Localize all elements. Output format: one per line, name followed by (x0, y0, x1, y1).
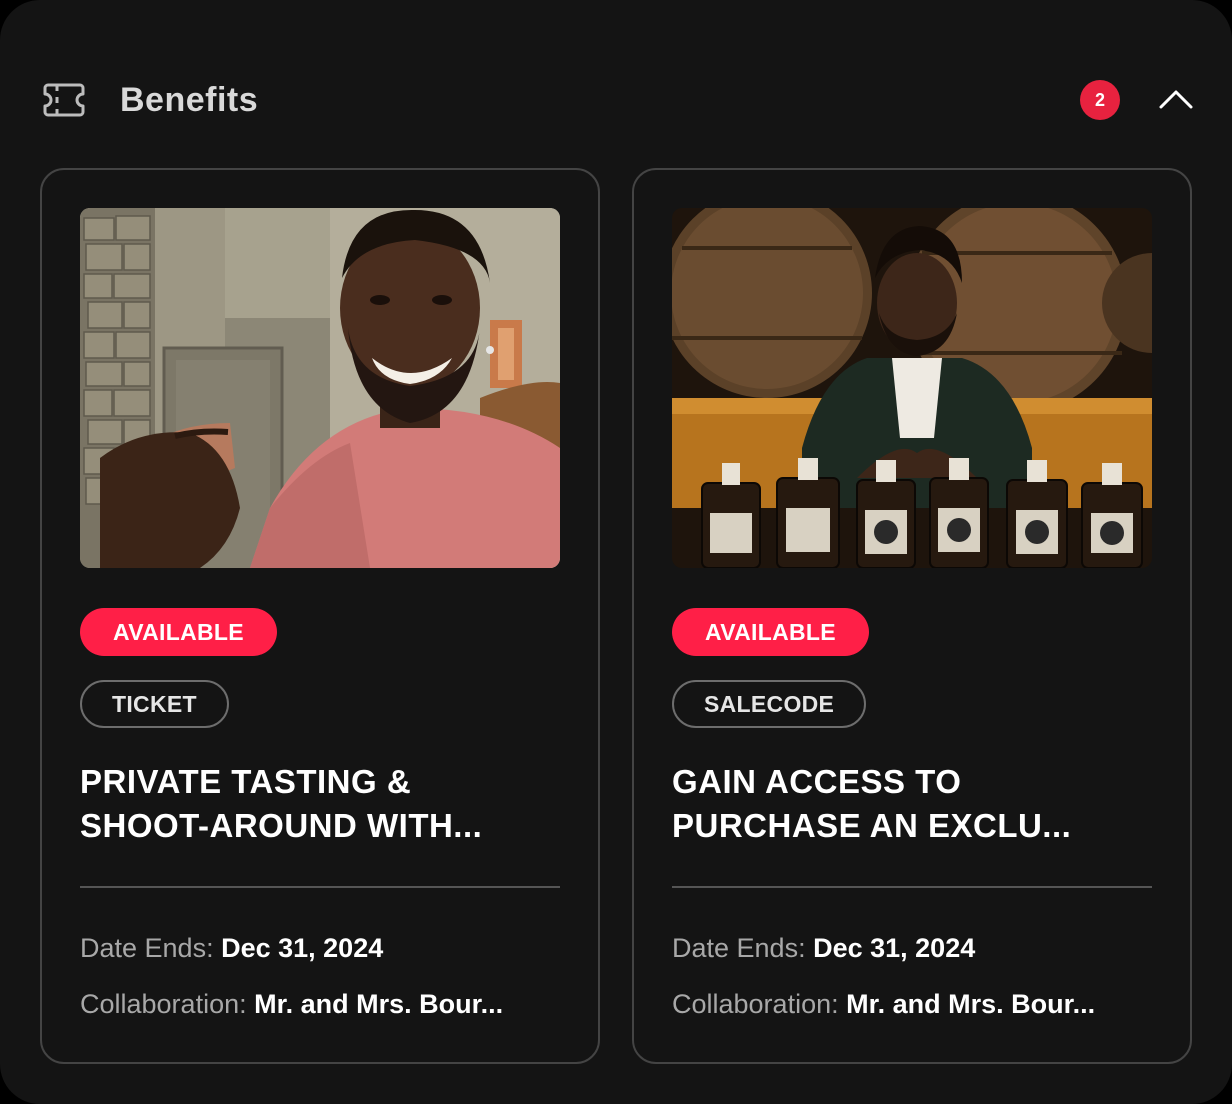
collaboration-row: Collaboration: Mr. and Mrs. Bour... (672, 986, 1172, 1022)
benefit-title-line: SHOOT-AROUND WITH... (80, 807, 483, 844)
status-badge: AVAILABLE (672, 608, 869, 656)
benefit-card[interactable]: AVAILABLE TICKET PRIVATE TASTING & SHOOT… (40, 168, 600, 1064)
benefit-photo (672, 208, 1152, 568)
benefits-title: Benefits (120, 81, 259, 119)
benefit-type-badge: TICKET (80, 680, 229, 728)
benefit-type-badge: SALECODE (672, 680, 867, 728)
collaboration-value: Mr. and Mrs. Bour... (254, 989, 504, 1019)
date-ends-label: Date Ends: (672, 933, 806, 963)
date-ends-value: Dec 31, 2024 (813, 933, 976, 963)
collaboration-label: Collaboration: (672, 989, 839, 1019)
collaboration-value: Mr. and Mrs. Bour... (846, 989, 1096, 1019)
benefits-panel: Benefits 2 AVAILABLE TICKET PRIVATE TAST… (0, 0, 1232, 1104)
benefit-title: PRIVATE TASTING & SHOOT-AROUND WITH... (80, 760, 570, 848)
chevron-up-icon[interactable] (1154, 82, 1198, 118)
ticket-icon (42, 82, 86, 118)
divider (672, 886, 1152, 888)
status-badge: AVAILABLE (80, 608, 277, 656)
benefit-title: GAIN ACCESS TO PURCHASE AN EXCLU... (672, 760, 1162, 848)
benefit-photo (80, 208, 560, 568)
collaboration-row: Collaboration: Mr. and Mrs. Bour... (80, 986, 580, 1022)
collaboration-label: Collaboration: (80, 989, 247, 1019)
benefit-title-line: PRIVATE TASTING & (80, 763, 412, 800)
divider (80, 886, 560, 888)
date-ends-label: Date Ends: (80, 933, 214, 963)
benefit-title-line: PURCHASE AN EXCLU... (672, 807, 1072, 844)
benefit-title-line: GAIN ACCESS TO (672, 763, 962, 800)
date-ends-row: Date Ends: Dec 31, 2024 (672, 930, 1172, 966)
date-ends-value: Dec 31, 2024 (221, 933, 384, 963)
benefits-count-badge: 2 (1080, 80, 1120, 120)
benefit-card[interactable]: AVAILABLE SALECODE GAIN ACCESS TO PURCHA… (632, 168, 1192, 1064)
date-ends-row: Date Ends: Dec 31, 2024 (80, 930, 580, 966)
